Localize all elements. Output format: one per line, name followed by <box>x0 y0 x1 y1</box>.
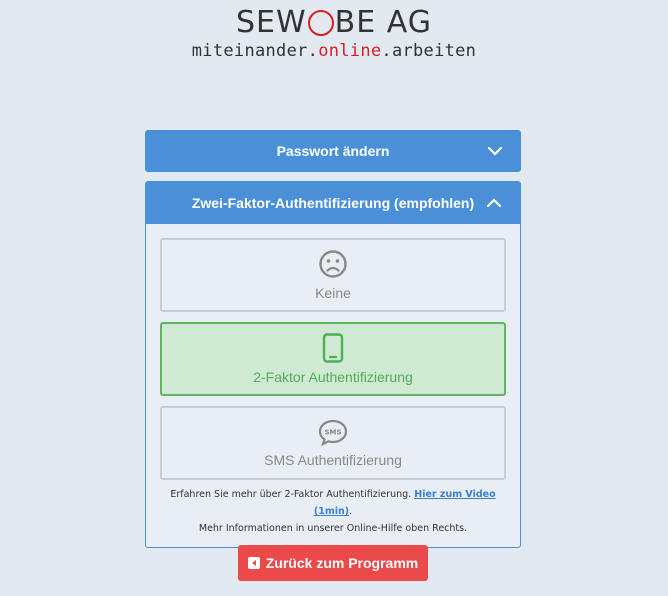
mobile-phone-icon <box>322 333 344 363</box>
password-panel: Passwort ändern <box>145 130 521 172</box>
caret-left-icon <box>247 557 260 569</box>
logo-circle-icon <box>307 10 334 36</box>
sad-face-icon <box>319 250 347 278</box>
logo-slogan: miteinander.online.arbeiten <box>0 41 668 61</box>
sms-bubble-icon: SMS <box>318 419 348 446</box>
slogan-part1: miteinander. <box>191 41 319 61</box>
company-logo: SEW BE AG miteinander.online.arbeiten <box>0 6 668 62</box>
back-to-program-button[interactable]: Zurück zum Programm <box>238 545 428 581</box>
option-sms[interactable]: SMS SMS Authentifizierung <box>160 406 506 480</box>
logo-title-part1: SEW <box>236 5 307 40</box>
back-button-label: Zurück zum Programm <box>265 555 419 571</box>
option-2fa-label: 2-Faktor Authentifizierung <box>253 369 413 385</box>
option-none-label: Keine <box>315 285 351 301</box>
option-sms-label: SMS Authentifizierung <box>264 452 402 468</box>
chevron-down-icon <box>487 146 503 156</box>
twofa-panel-header[interactable]: Zwei-Faktor-Authentifizierung (empfohlen… <box>146 182 520 224</box>
info-line1: Erfahren Sie mehr über 2-Faktor Authenti… <box>170 489 415 500</box>
info-line2: Mehr Informationen in unserer Online-Hil… <box>198 523 468 534</box>
slogan-part3: .arbeiten <box>381 41 477 61</box>
logo-title: SEW BE AG <box>0 6 668 40</box>
info-line1-end: . <box>349 506 353 517</box>
chevron-up-icon <box>486 198 502 208</box>
twofa-panel: Zwei-Faktor-Authentifizierung (empfohlen… <box>145 181 521 548</box>
slogan-part2: online <box>318 41 382 61</box>
password-panel-header[interactable]: Passwort ändern <box>145 130 521 172</box>
svg-text:SMS: SMS <box>324 429 341 437</box>
password-panel-title: Passwort ändern <box>276 143 390 159</box>
info-text: Erfahren Sie mehr über 2-Faktor Authenti… <box>160 486 506 547</box>
option-2fa[interactable]: 2-Faktor Authentifizierung <box>160 322 506 396</box>
option-none[interactable]: Keine <box>160 238 506 312</box>
logo-title-part2: BE AG <box>334 5 432 40</box>
twofa-panel-title: Zwei-Faktor-Authentifizierung (empfohlen… <box>191 195 475 211</box>
